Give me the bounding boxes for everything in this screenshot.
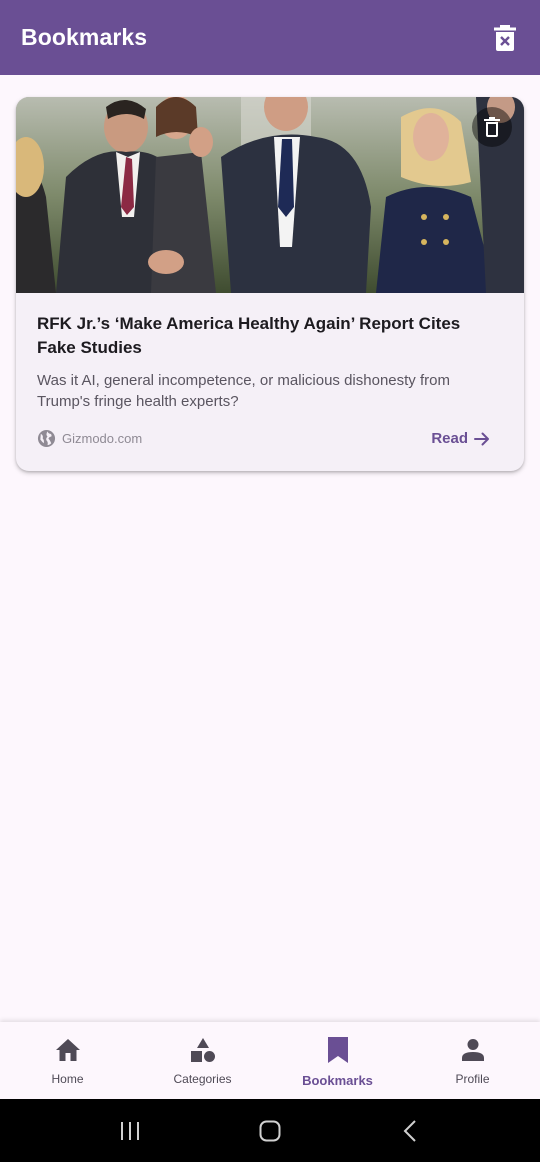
- read-button[interactable]: Read: [431, 430, 503, 447]
- read-label: Read: [431, 430, 468, 447]
- article-description: Was it AI, general incompetence, or mali…: [37, 372, 450, 410]
- system-home-button[interactable]: [250, 1111, 290, 1151]
- categories-icon: [190, 1038, 215, 1062]
- page-title: Bookmarks: [21, 24, 148, 50]
- nav-item-home[interactable]: Home: [0, 1022, 135, 1099]
- globe-icon: [37, 429, 56, 448]
- clear-bookmarks-button[interactable]: [490, 23, 520, 53]
- article-source: Gizmodo.com: [37, 429, 142, 448]
- bookmark-icon: [327, 1037, 348, 1063]
- article-image: [16, 97, 524, 293]
- remove-bookmark-button[interactable]: [472, 107, 512, 147]
- home-icon: [55, 1039, 80, 1061]
- app-bar: Bookmarks: [0, 0, 540, 75]
- delete-sweep-icon: [494, 24, 516, 51]
- back-chevron-icon: [403, 1119, 416, 1142]
- trash-icon: [484, 117, 500, 137]
- arrow-right-icon: [474, 432, 489, 445]
- recent-apps-button[interactable]: [110, 1111, 150, 1151]
- back-button[interactable]: [390, 1111, 430, 1151]
- nav-item-profile[interactable]: Profile: [405, 1022, 540, 1099]
- nav-label-profile: Profile: [455, 1072, 490, 1086]
- nav-item-categories[interactable]: Categories: [135, 1022, 270, 1099]
- article-title[interactable]: RFK Jr.’s ‘Make America Healthy Again’ R…: [37, 312, 503, 360]
- recent-apps-icon: [121, 1121, 139, 1140]
- bookmark-card[interactable]: RFK Jr.’s ‘Make America Healthy Again’ R…: [16, 97, 524, 471]
- nav-label-bookmarks: Bookmarks: [302, 1073, 373, 1088]
- nav-label-home: Home: [51, 1072, 84, 1086]
- nav-item-bookmarks[interactable]: Bookmarks: [270, 1022, 405, 1099]
- home-circle-icon: [259, 1120, 281, 1141]
- nav-label-categories: Categories: [173, 1072, 232, 1086]
- article-photo: [16, 97, 524, 293]
- source-name: Gizmodo.com: [62, 431, 143, 446]
- person-icon: [461, 1039, 484, 1061]
- system-navigation-bar: [0, 1099, 540, 1162]
- bottom-navigation: Home Categories Bookmarks Profile: [0, 1022, 540, 1099]
